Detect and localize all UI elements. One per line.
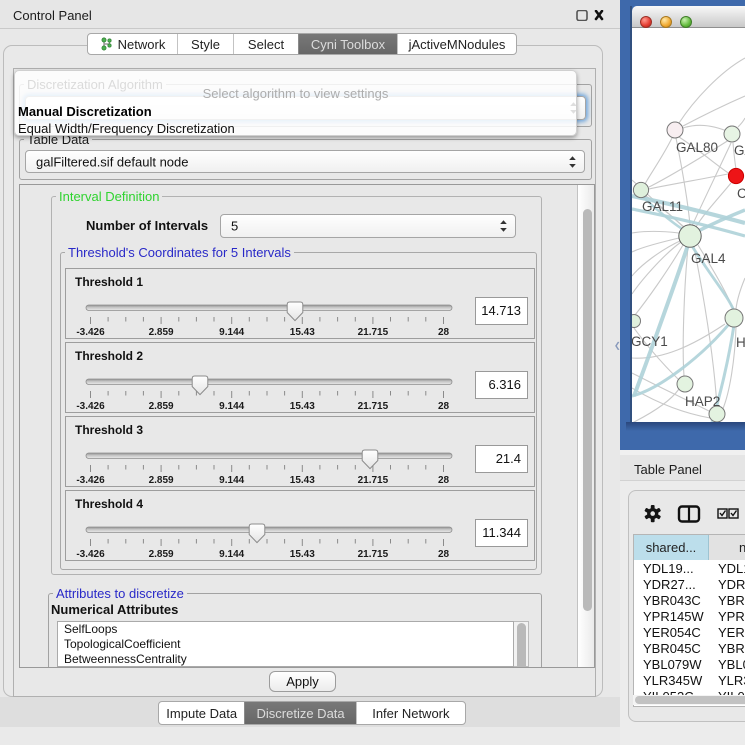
svg-text:2.859: 2.859 — [149, 549, 174, 560]
svg-text:15.43: 15.43 — [290, 401, 315, 412]
svg-text:GA: GA — [734, 143, 745, 158]
svg-text:-3.426: -3.426 — [76, 549, 105, 560]
svg-text:GAL80: GAL80 — [676, 140, 718, 155]
svg-text:C: C — [737, 186, 745, 201]
svg-text:15.43: 15.43 — [290, 475, 315, 486]
svg-text:28: 28 — [438, 401, 450, 412]
svg-text:2.859: 2.859 — [149, 401, 174, 412]
svg-text:28: 28 — [438, 549, 450, 560]
svg-text:HI: HI — [736, 335, 745, 350]
svg-text:28: 28 — [438, 327, 450, 338]
svg-text:-3.426: -3.426 — [76, 401, 105, 412]
svg-text:2.859: 2.859 — [149, 327, 174, 338]
svg-text:21.715: 21.715 — [358, 327, 389, 338]
svg-text:15.43: 15.43 — [290, 549, 315, 560]
svg-text:HAP2: HAP2 — [685, 394, 720, 409]
svg-text:21.715: 21.715 — [358, 475, 389, 486]
svg-text:9.144: 9.144 — [219, 401, 244, 412]
svg-text:-3.426: -3.426 — [76, 327, 105, 338]
svg-text:GAL11: GAL11 — [642, 199, 683, 214]
svg-text:28: 28 — [438, 475, 450, 486]
svg-text:21.715: 21.715 — [358, 401, 389, 412]
svg-text:9.144: 9.144 — [219, 549, 244, 560]
svg-text:GCY1: GCY1 — [632, 334, 668, 349]
svg-text:9.144: 9.144 — [219, 327, 244, 338]
svg-text:2.859: 2.859 — [149, 475, 174, 486]
svg-text:15.43: 15.43 — [290, 327, 315, 338]
svg-text:GAL4: GAL4 — [691, 251, 726, 266]
svg-text:21.715: 21.715 — [358, 549, 389, 560]
svg-text:-3.426: -3.426 — [76, 475, 105, 486]
svg-text:9.144: 9.144 — [219, 475, 244, 486]
